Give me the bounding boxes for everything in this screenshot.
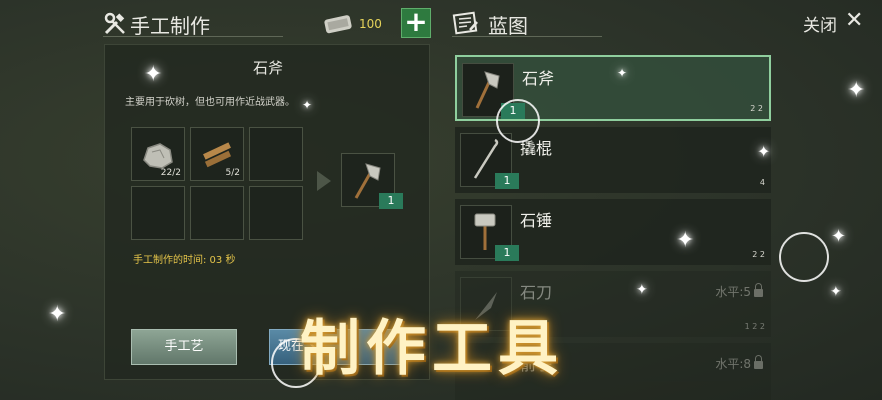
blueprint-qty: 1 (495, 173, 519, 189)
add-currency-button[interactable]: + (401, 8, 431, 38)
sparkle-icon: ✦ (831, 226, 847, 247)
ingredient-count: 5/2 (225, 168, 240, 178)
close-button[interactable]: 关闭 (803, 11, 837, 36)
craft-button[interactable]: 手工艺 (131, 329, 237, 365)
sparkle-icon: ✦ (757, 142, 771, 161)
blueprint-title-underline (452, 36, 602, 37)
ingredient-slot-empty[interactable] (249, 127, 303, 181)
lock-icon (754, 355, 763, 369)
craft-title-underline (103, 36, 283, 37)
blueprint-item-stone-hammer[interactable]: 1 石锤 2 2 (455, 199, 771, 265)
currency-amount: 100 (359, 17, 382, 31)
level-text: 水平:5 (715, 285, 751, 299)
sparkle-icon: ✦ (676, 228, 695, 253)
blueprint-qty: 1 (495, 245, 519, 261)
arrow-icon (317, 171, 331, 191)
level-text: 水平:8 (715, 357, 751, 371)
ingredient-count: 22/2 (160, 168, 181, 178)
touch-indicator (779, 232, 829, 282)
blueprint-icon (452, 11, 478, 35)
blueprint-name: 石斧 (522, 69, 555, 88)
blueprint-level-requirement: 水平:8 (715, 355, 763, 372)
blueprint-requirements: 1 2 2 (744, 322, 765, 331)
sparkle-icon: ✦ (636, 282, 648, 298)
close-icon[interactable]: ✕ (845, 8, 863, 33)
sparkle-icon: ✦ (144, 62, 163, 87)
craft-title: 手工制作 (130, 14, 210, 38)
scroll-icon (324, 15, 352, 34)
item-description: 主要用于砍树，但也可用作近战武器。 (125, 97, 295, 108)
blueprint-name: 石锤 (520, 211, 553, 230)
blueprint-level-requirement: 水平:5 (715, 283, 763, 300)
craft-time: 手工制作的时间: 03 秒 (133, 255, 236, 266)
ingredient-slot-empty[interactable] (249, 186, 303, 240)
blueprint-requirements: 2 2 (752, 250, 765, 259)
overlay-caption: 制作工具 (300, 314, 564, 384)
blueprint-requirements: 4 (759, 178, 765, 187)
ingredient-slot[interactable]: 5/2 (190, 127, 244, 181)
touch-indicator (496, 99, 540, 143)
sparkle-icon: ✦ (617, 66, 628, 80)
sparkle-icon: ✦ (302, 98, 313, 112)
sparkle-icon: ✦ (48, 302, 67, 327)
ingredient-slot-empty[interactable] (131, 186, 185, 240)
blueprint-requirements: 2 2 (750, 104, 763, 113)
blueprint-title: 蓝图 (488, 14, 528, 38)
output-quantity: 1 (379, 193, 403, 209)
tools-icon (104, 12, 125, 35)
lock-icon (754, 283, 763, 297)
sparkle-icon: ✦ (847, 78, 866, 103)
sparkle-icon: ✦ (830, 284, 842, 300)
ingredient-slot[interactable]: 22/2 (131, 127, 185, 181)
ingredient-slot-empty[interactable] (190, 186, 244, 240)
